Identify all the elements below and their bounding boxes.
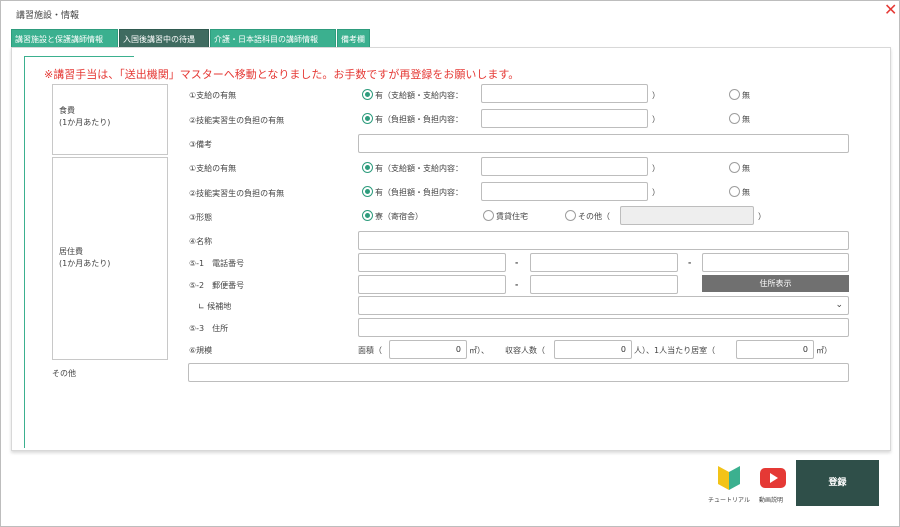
food-burden-yes-radio[interactable]	[362, 113, 373, 124]
phone-part3-input[interactable]	[702, 253, 849, 272]
tab-remarks[interactable]: 備考欄	[337, 29, 370, 49]
paren-close: ）	[652, 91, 660, 100]
area-input[interactable]: 0	[389, 340, 467, 359]
accent-line-top	[24, 56, 134, 57]
postal-part2-input[interactable]	[530, 275, 678, 294]
register-button[interactable]: 登録	[796, 460, 879, 506]
housing-supply-no-label: 無	[742, 164, 750, 173]
youtube-icon[interactable]	[760, 468, 786, 488]
paren-close: ）	[652, 164, 660, 173]
housing-burden-label: ②技能実習生の負担の有無	[189, 189, 285, 198]
housing-type-dorm-radio[interactable]	[362, 210, 373, 221]
food-burden-label: ②技能実習生の負担の有無	[189, 116, 285, 125]
per-person-unit: ㎡）	[816, 346, 832, 355]
paren-close: ）	[652, 188, 660, 197]
housing-supply-yes-radio[interactable]	[362, 162, 373, 173]
other-input[interactable]	[188, 363, 849, 382]
housing-burden-yes-label: 有（負担額・負担内容：	[375, 188, 463, 197]
per-person-input[interactable]: 0	[736, 340, 814, 359]
food-burden-no-radio[interactable]	[729, 113, 740, 124]
food-supply-no-radio[interactable]	[729, 89, 740, 100]
housing-name-label: ④名称	[189, 237, 213, 246]
beginner-mark-icon[interactable]	[716, 462, 742, 492]
food-remarks-input[interactable]	[358, 134, 849, 153]
tab-care-japanese-instructor[interactable]: 介護・日本語科目の講師情報	[210, 29, 336, 49]
housing-burden-yes-radio[interactable]	[362, 186, 373, 197]
housing-address-input[interactable]	[358, 318, 849, 337]
food-group-label: 食費 (1か月あたり)	[59, 106, 111, 127]
food-supply-amount-input[interactable]	[481, 84, 648, 103]
dialog-title: 講習施設・情報	[16, 11, 80, 21]
housing-burden-amount-input[interactable]	[481, 182, 648, 201]
food-burden-no-label: 無	[742, 115, 750, 124]
notice-text: ※講習手当は、「送出機関」マスターへ移動となりました。お手数ですが再登録をお願い…	[44, 68, 520, 81]
capacity-input[interactable]: 0	[554, 340, 632, 359]
chevron-down-icon: ⌄	[835, 300, 843, 310]
postal-dash: -	[515, 280, 519, 289]
housing-postal-label: ⑤-2 郵便番号	[189, 281, 245, 290]
housing-burden-no-radio[interactable]	[729, 186, 740, 197]
housing-type-label: ③形態	[189, 213, 213, 222]
food-supply-yes-radio[interactable]	[362, 89, 373, 100]
food-burden-yes-label: 有（負担額・負担内容：	[375, 115, 463, 124]
phone-dash: -	[515, 258, 519, 267]
housing-type-other-label: その他（	[578, 212, 610, 221]
accent-line	[24, 56, 25, 448]
housing-supply-amount-input[interactable]	[481, 157, 648, 176]
housing-supply-label: ①支給の有無	[189, 164, 237, 173]
tutorial-label[interactable]: チュートリアル	[708, 495, 750, 504]
housing-supply-no-radio[interactable]	[729, 162, 740, 173]
postal-part1-input[interactable]	[358, 275, 506, 294]
food-supply-no-label: 無	[742, 91, 750, 100]
food-group: 食費 (1か月あたり)	[52, 84, 168, 155]
area-unit: ㎡）、	[469, 346, 489, 355]
housing-group-label: 居住費 (1か月あたり)	[59, 247, 111, 268]
phone-dash: -	[688, 258, 692, 267]
housing-group: 居住費 (1か月あたり)	[52, 157, 168, 360]
food-remarks-label: ③備考	[189, 140, 213, 149]
housing-type-dorm-label: 寮（寄宿舎）	[375, 212, 423, 221]
housing-burden-no-label: 無	[742, 188, 750, 197]
phone-part2-input[interactable]	[530, 253, 678, 272]
housing-type-other-input[interactable]	[620, 206, 754, 225]
close-icon[interactable]: ✕	[884, 2, 897, 18]
capacity-unit: 人）、1人当たり居室（	[634, 346, 716, 355]
housing-scale-label: ⑥規模	[189, 346, 213, 355]
housing-type-rental-label: 賃貸住宅	[496, 212, 528, 221]
housing-address-label: ⑤-3 住所	[189, 324, 229, 333]
food-supply-label: ①支給の有無	[189, 91, 237, 100]
area-label: 面積（	[358, 346, 382, 355]
capacity-label: 収容人数（	[505, 346, 545, 355]
video-label[interactable]: 動画説明	[759, 495, 783, 504]
paren-close: ）	[652, 115, 660, 124]
phone-part1-input[interactable]	[358, 253, 506, 272]
housing-name-input[interactable]	[358, 231, 849, 250]
food-supply-yes-label: 有（支給額・支給内容：	[375, 91, 463, 100]
tab-facility-instructor[interactable]: 講習施設と保護講師情報	[11, 29, 118, 49]
housing-type-other-radio[interactable]	[565, 210, 576, 221]
other-label: その他	[52, 369, 76, 378]
address-lookup-button[interactable]: 住所表示	[702, 275, 849, 292]
candidate-select[interactable]: ⌄	[358, 296, 849, 315]
housing-phone-label: ⑤-1 電話番号	[189, 259, 245, 268]
candidate-label: ∟ 候補地	[198, 302, 232, 311]
food-burden-amount-input[interactable]	[481, 109, 648, 128]
housing-type-rental-radio[interactable]	[483, 210, 494, 221]
paren-close: ）	[758, 212, 766, 221]
housing-supply-yes-label: 有（支給額・支給内容：	[375, 164, 463, 173]
